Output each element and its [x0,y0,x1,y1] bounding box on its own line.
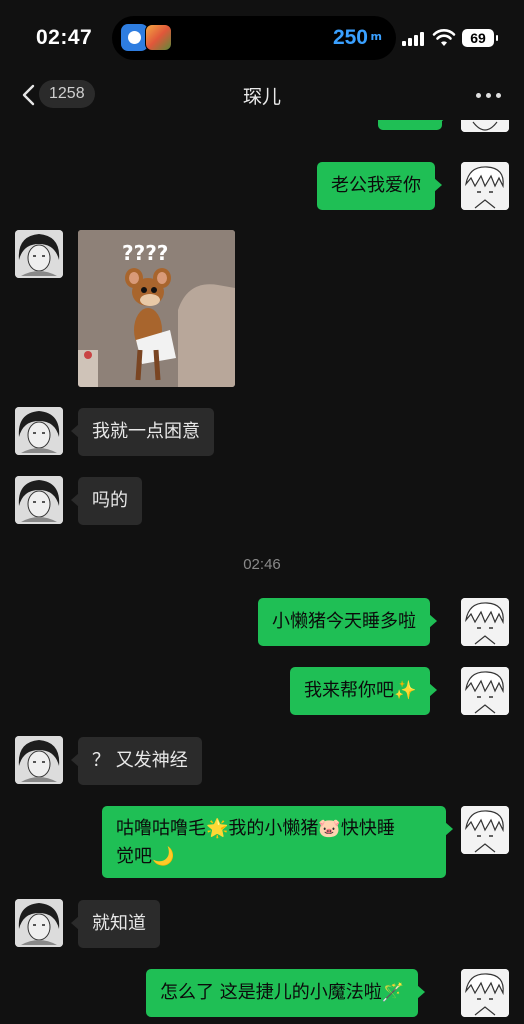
cellular-signal-icon [402,32,426,46]
app-icon [121,24,148,51]
avatar-contact[interactable] [15,899,63,947]
message-text: 吗的 [92,490,128,511]
message-bubble-outgoing[interactable]: 咕噜咕噜毛🌟我的小懒猪🐷快快睡 觉吧🌙 [102,806,453,878]
message-bubble-outgoing[interactable]: 我来帮你吧✨ [290,667,438,715]
avatar-image [15,736,63,784]
live-activity-app-icons [121,24,172,52]
sticker-image[interactable]: ???? [78,230,235,387]
status-bar: 02:47 250 m 69 [0,0,524,78]
avatar-image [15,407,63,455]
avatar-image [461,598,509,646]
message-text-line: 觉吧🌙 [116,846,175,867]
message-bubble-incoming[interactable]: ？ 又发神经 [71,737,202,785]
avatar-image [15,899,63,947]
dynamic-island[interactable]: 250 m [112,16,396,60]
more-dots-icon[interactable] [476,84,502,104]
avatar-image [461,969,509,1017]
avatar-me[interactable] [461,162,509,210]
message-text: ？ 又发神经 [92,750,188,771]
battery-icon: 69 [462,29,498,47]
avatar-image [15,476,63,524]
message-bubble-outgoing[interactable]: 小懒猪今天睡多啦 [258,598,437,646]
island-distance-unit: m [370,30,382,43]
avatar-image [461,162,509,210]
avatar-me[interactable] [461,598,509,646]
message-bubble-incoming[interactable]: 我就一点困意 [71,408,214,456]
chat-timestamp: 02:46 [243,556,281,573]
sticker-caption: ???? [122,241,168,265]
contact-name: 琛儿 [242,86,281,108]
avatar-contact[interactable] [15,407,63,455]
avatar-image [15,230,63,278]
avatar-image [461,667,509,715]
avatar-image [461,806,509,854]
message-text: 我来帮你吧✨ [304,680,417,701]
avatar-contact[interactable] [15,736,63,784]
message-text: 我就一点困意 [92,421,200,442]
app-icon [145,24,172,51]
message-text: 就知道 [92,913,146,934]
message-bubble-outgoing[interactable]: 怎么了 这是捷儿的小魔法啦🪄 [146,969,426,1017]
wifi-icon [432,29,456,46]
avatar-contact[interactable] [15,476,63,524]
avatar-contact[interactable] [15,230,63,278]
island-distance-value: 250 [332,26,368,49]
avatar-me[interactable] [461,806,509,854]
message-text: 小懒猪今天睡多啦 [272,611,416,632]
chat-header: 1258 琛儿 [0,72,524,120]
message-text-line: 咕噜咕噜毛🌟我的小懒猪🐷快快睡 [116,818,395,839]
avatar-me[interactable] [461,969,509,1017]
message-bubble-incoming[interactable]: 就知道 [71,900,160,948]
avatar-me[interactable] [461,667,509,715]
message-bubble-outgoing[interactable]: 老公我爱你 [317,162,442,210]
message-bubble-incoming[interactable]: 吗的 [71,477,142,525]
message-text: 老公我爱你 [331,175,421,196]
status-time: 02:47 [36,26,93,49]
message-text: 怎么了 这是捷儿的小魔法啦🪄 [160,982,405,1003]
